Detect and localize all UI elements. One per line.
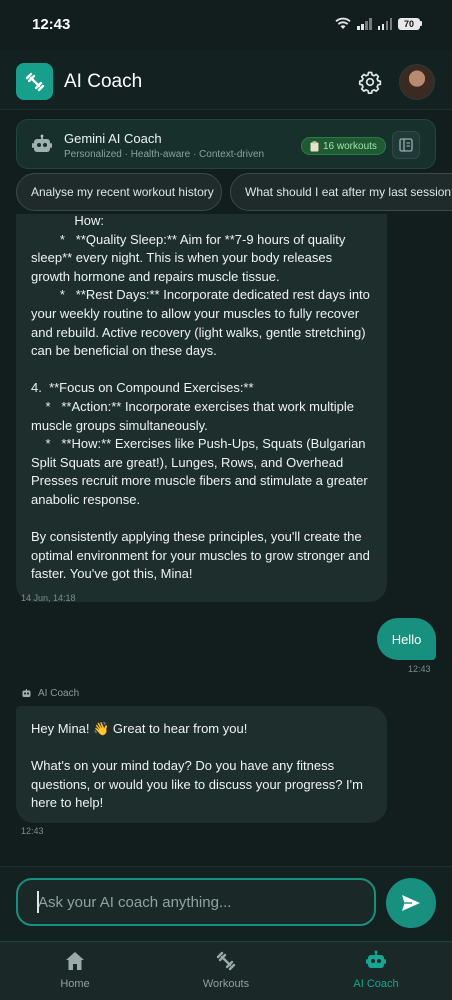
app-logo — [16, 63, 53, 100]
sidebar-panel-icon — [399, 138, 413, 152]
status-bar: 12:43 70 — [0, 0, 452, 50]
robot-icon — [22, 689, 31, 697]
chat-input[interactable] — [16, 878, 376, 926]
battery-level: 70 — [398, 17, 420, 30]
coach-name: Gemini AI Coach — [64, 131, 162, 146]
nav-item-ai-coach[interactable]: AI Coach — [326, 950, 426, 998]
settings-button[interactable] — [356, 68, 384, 96]
clipboard-icon — [310, 140, 319, 151]
robot-icon — [366, 950, 386, 968]
status-time: 12:43 — [32, 16, 71, 33]
workouts-badge[interactable]: 16 workouts — [301, 137, 386, 155]
robot-icon — [32, 134, 52, 152]
dumbbell-logo-icon — [25, 72, 44, 91]
suggestion-chip-workout-history[interactable]: Analyse my recent workout history — [16, 173, 222, 211]
ai-message-bubble: Hey Mina! 👋 Great to hear from you! What… — [16, 706, 387, 823]
send-button[interactable] — [386, 878, 436, 928]
app-bar: AI Coach — [0, 50, 452, 110]
status-icons: 70 — [335, 17, 422, 30]
message-sender: AI Coach — [21, 688, 79, 699]
wifi-icon — [335, 17, 351, 29]
text-caret — [37, 891, 39, 913]
nav-label-workouts: Workouts — [202, 978, 250, 990]
nav-item-workouts[interactable]: Workouts — [176, 950, 276, 998]
message-timestamp: 12:43 — [408, 664, 431, 674]
home-icon — [66, 952, 84, 970]
battery-icon: 70 — [398, 17, 422, 30]
nav-label-ai-coach: AI Coach — [353, 978, 399, 990]
send-icon — [402, 895, 420, 911]
avatar[interactable] — [399, 64, 435, 100]
gear-icon — [358, 71, 382, 94]
page-title: AI Coach — [64, 71, 143, 92]
nav-label-home: Home — [60, 978, 90, 990]
ai-message-bubble: How: * **Quality Sleep:** Aim for **7-9 … — [16, 214, 387, 602]
coach-card: Gemini AI Coach Personalized · Health-aw… — [16, 119, 436, 169]
chat-messages[interactable]: How: * **Quality Sleep:** Aim for **7-9 … — [0, 214, 452, 866]
context-toggle-button[interactable] — [392, 131, 420, 159]
workouts-badge-label: 16 workouts — [323, 140, 377, 152]
user-message-bubble: Hello — [377, 618, 436, 660]
suggestion-chip-post-session-meal[interactable]: What should I eat after my last session? — [230, 173, 452, 211]
message-timestamp: 12:43 — [21, 826, 44, 836]
message-sender-name: AI Coach — [38, 688, 80, 699]
dumbbell-icon — [216, 951, 236, 971]
nav-item-home[interactable]: Home — [25, 950, 125, 998]
signal-icon — [357, 17, 372, 30]
coach-subtitle: Personalized · Health-aware · Context-dr… — [64, 149, 265, 160]
bottom-nav: Home Workouts AI Coach — [0, 941, 452, 1000]
message-timestamp: 14 Jun, 14:18 — [21, 593, 76, 603]
composer — [0, 866, 452, 941]
signal-icon-2 — [377, 17, 392, 30]
